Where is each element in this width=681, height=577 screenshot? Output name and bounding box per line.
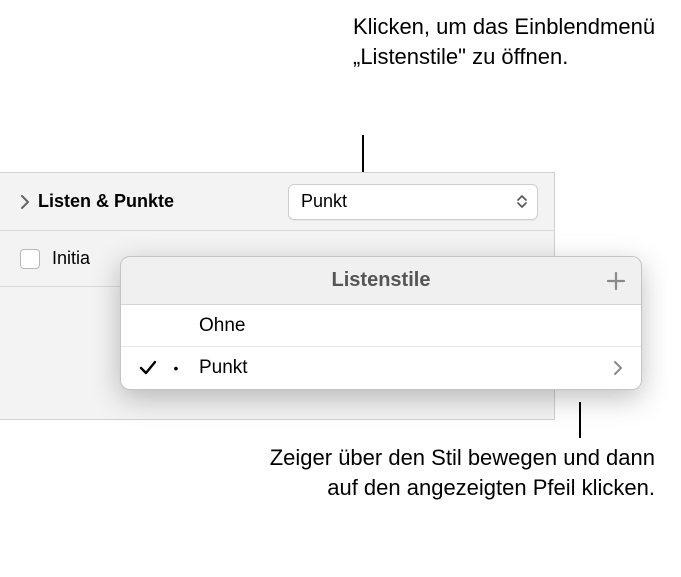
option-label: Ohne xyxy=(199,315,623,337)
popover-title: Listenstile xyxy=(332,269,431,292)
listenstile-popover: Listenstile Ohne • Punkt xyxy=(120,256,642,390)
initial-checkbox[interactable] xyxy=(20,249,40,269)
bullet-icon: • xyxy=(163,360,189,376)
popover-header: Listenstile xyxy=(121,257,641,305)
list-option-punkt[interactable]: • Punkt xyxy=(121,347,641,389)
chevron-right-icon[interactable] xyxy=(20,195,30,209)
checkmark-icon xyxy=(139,359,163,377)
section-label: Listen & Punkte xyxy=(38,191,174,212)
list-style-popup-button[interactable]: Punkt xyxy=(288,184,538,220)
listen-punkte-row: Listen & Punkte Punkt xyxy=(0,173,554,231)
initial-label-partial: Initia xyxy=(52,248,90,269)
chevron-updown-icon xyxy=(517,195,527,208)
option-label: Punkt xyxy=(199,357,613,379)
chevron-right-icon[interactable] xyxy=(613,360,623,376)
callout-leader-line-bottom xyxy=(579,402,581,438)
add-style-button[interactable] xyxy=(605,270,627,292)
callout-top-text: Klicken, um das Einblendmenü „Listenstil… xyxy=(353,12,663,71)
callout-leader-line-top xyxy=(362,135,364,173)
list-option-ohne[interactable]: Ohne xyxy=(121,305,641,347)
callout-bottom-text: Zeiger über den Stil bewegen und dann au… xyxy=(265,443,655,502)
popover-options-list: Ohne • Punkt xyxy=(121,305,641,389)
list-style-value: Punkt xyxy=(301,191,517,212)
